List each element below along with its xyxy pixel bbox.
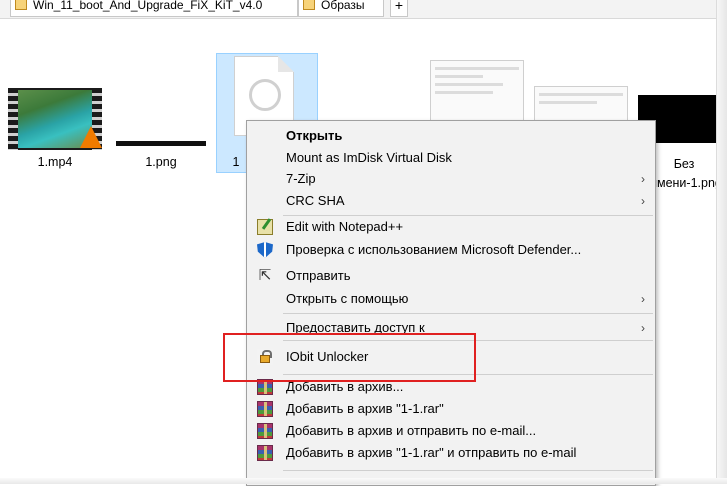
menu-item-open-with[interactable]: Открыть с помощью › — [247, 288, 655, 310]
image-thumbnail — [116, 141, 206, 146]
film-perforation — [8, 88, 18, 150]
menu-separator — [283, 470, 653, 471]
menu-item-archive-and-email[interactable]: Добавить в архив и отправить по e-mail..… — [247, 420, 655, 442]
thumb-line — [435, 83, 503, 86]
tab-label: Образы — [321, 0, 365, 12]
chevron-right-icon: › — [641, 172, 645, 186]
new-tab-button[interactable]: + — [390, 0, 408, 17]
menu-item-crc-sha[interactable]: CRC SHA › — [247, 190, 655, 212]
screenshot-thumbnail[interactable] — [430, 60, 524, 124]
tab-obrazy[interactable]: Образы — [298, 0, 384, 17]
notepad-plus-plus-icon — [257, 219, 273, 235]
menu-item-open[interactable]: Открыть — [247, 125, 655, 147]
folder-icon — [303, 0, 315, 10]
winrar-icon — [257, 423, 273, 439]
menu-item-label: CRC SHA — [286, 193, 345, 208]
menu-item-7zip[interactable]: 7-Zip › — [247, 168, 655, 190]
thumb-line — [435, 67, 519, 70]
vlc-cone-icon — [80, 126, 102, 148]
window-edge-bottom — [0, 478, 727, 484]
context-menu: Открыть Mount as ImDisk Virtual Disk 7-Z… — [246, 120, 656, 486]
thumb-line — [435, 91, 493, 94]
folder-icon — [15, 0, 27, 10]
highlight-box — [223, 333, 476, 382]
menu-item-imdisk[interactable]: Mount as ImDisk Virtual Disk — [247, 147, 655, 169]
menu-item-label: Mount as ImDisk Virtual Disk — [286, 150, 452, 165]
winrar-icon — [257, 401, 273, 417]
page-fold — [278, 56, 294, 72]
chevron-right-icon: › — [641, 292, 645, 306]
menu-item-share[interactable]: ⇱ Отправить — [247, 265, 655, 287]
file-type-mark — [249, 79, 281, 111]
menu-item-label: Открыть с помощью — [286, 291, 409, 306]
menu-item-label: Открыть — [286, 128, 343, 143]
menu-item-add-to-rar[interactable]: Добавить в архив "1-1.rar" — [247, 398, 655, 420]
thumb-line — [435, 75, 483, 78]
menu-item-label: Проверка с использованием Microsoft Defe… — [286, 242, 582, 257]
menu-item-defender-scan[interactable]: Проверка с использованием Microsoft Defe… — [247, 239, 655, 261]
share-icon: ⇱ — [258, 267, 272, 284]
thumb-line — [539, 93, 623, 96]
menu-item-label: Добавить в архив "1-1.rar" — [286, 401, 444, 416]
menu-item-rar-and-email[interactable]: Добавить в архив "1-1.rar" и отправить п… — [247, 442, 655, 464]
menu-item-notepad-plus-plus[interactable]: Edit with Notepad++ — [247, 216, 655, 238]
thumb-line — [539, 101, 597, 104]
menu-item-label: Отправить — [286, 268, 351, 283]
tab-bar: Win_11_boot_And_Upgrade_FiX_KiT_v4.0 Обр… — [0, 0, 716, 19]
window-edge — [716, 0, 727, 484]
tab-label: Win_11_boot_And_Upgrade_FiX_KiT_v4.0 — [33, 0, 263, 12]
menu-item-label: Добавить в архив "1-1.rar" и отправить п… — [286, 445, 577, 460]
winrar-icon — [257, 445, 273, 461]
menu-item-label: 7-Zip — [286, 171, 316, 186]
file-label-line2: имени-1.png — [650, 176, 716, 190]
menu-item-label: Добавить в архив и отправить по e-mail..… — [286, 423, 537, 438]
chevron-right-icon: › — [641, 194, 645, 208]
chevron-right-icon: › — [641, 321, 645, 335]
menu-separator — [283, 313, 653, 314]
tab-win11-fix-kit[interactable]: Win_11_boot_And_Upgrade_FiX_KiT_v4.0 — [10, 0, 298, 17]
defender-shield-icon — [257, 242, 273, 258]
menu-item-label: Edit with Notepad++ — [286, 219, 404, 234]
